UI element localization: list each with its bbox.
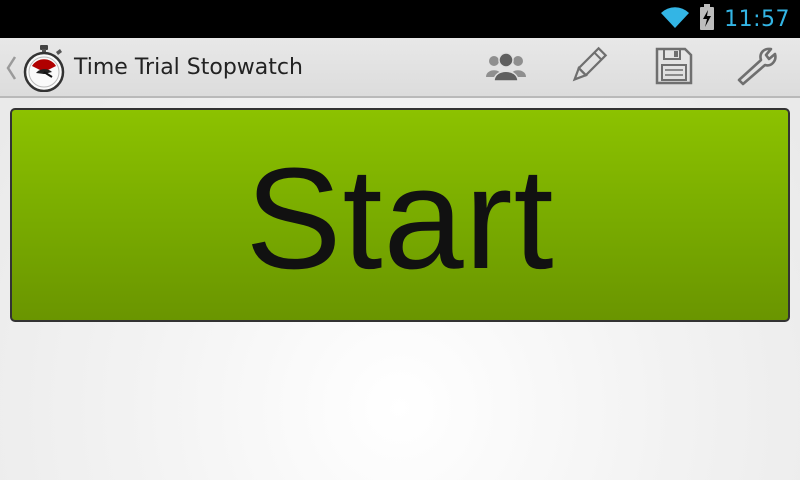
start-label: Start [245,138,555,299]
settings-button[interactable] [732,44,784,92]
wifi-icon [660,5,690,33]
status-clock: 11:57 [724,6,790,32]
people-button[interactable] [480,44,532,92]
wrench-icon [735,46,781,90]
battery-charging-icon [700,4,715,34]
up-caret-icon[interactable] [4,54,18,82]
edit-button[interactable] [562,44,614,92]
status-icons: 11:57 [660,0,790,38]
pencil-icon [566,44,610,92]
stopwatch-icon[interactable] [22,44,66,93]
save-icon [654,46,694,90]
save-button[interactable] [648,44,700,92]
status-bar: 11:57 [0,0,800,38]
start-button[interactable]: Start [10,108,790,322]
people-icon [484,49,528,87]
app-title: Time Trial Stopwatch [74,55,303,80]
action-bar: Time Trial Stopwatch [0,38,800,98]
